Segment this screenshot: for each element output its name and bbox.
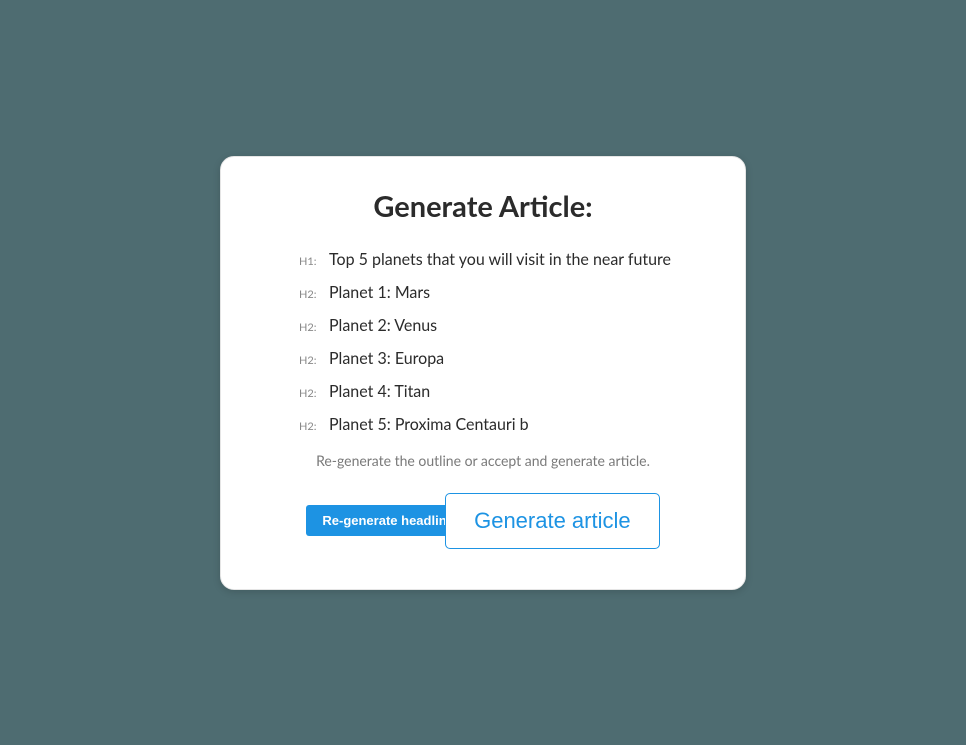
outline-item: H2: Planet 4: Titan	[299, 382, 697, 401]
heading-text: Planet 3: Europa	[329, 349, 444, 368]
outline-item: H1: Top 5 planets that you will visit in…	[299, 250, 697, 269]
button-row: Re-generate headlines Generate article	[221, 493, 745, 549]
heading-level-label: H2:	[299, 354, 319, 367]
outline-item: H2: Planet 2: Venus	[299, 316, 697, 335]
outline-item: H2: Planet 1: Mars	[299, 283, 697, 302]
heading-text: Top 5 planets that you will visit in the…	[329, 250, 671, 269]
heading-text: Planet 4: Titan	[329, 382, 430, 401]
heading-level-label: H2:	[299, 387, 319, 400]
outline-list: H1: Top 5 planets that you will visit in…	[221, 250, 745, 434]
card-title: Generate Article:	[221, 189, 745, 224]
heading-text: Planet 5: Proxima Centauri b	[329, 415, 529, 434]
heading-text: Planet 1: Mars	[329, 283, 430, 302]
outline-item: H2: Planet 5: Proxima Centauri b	[299, 415, 697, 434]
heading-level-label: H2:	[299, 288, 319, 301]
generate-article-card: Generate Article: H1: Top 5 planets that…	[220, 156, 746, 590]
heading-level-label: H2:	[299, 420, 319, 433]
heading-text: Planet 2: Venus	[329, 316, 437, 335]
heading-level-label: H2:	[299, 321, 319, 334]
heading-level-label: H1:	[299, 255, 319, 268]
instruction-text: Re-generate the outline or accept and ge…	[221, 452, 745, 469]
generate-article-button[interactable]: Generate article	[445, 493, 660, 549]
outline-item: H2: Planet 3: Europa	[299, 349, 697, 368]
